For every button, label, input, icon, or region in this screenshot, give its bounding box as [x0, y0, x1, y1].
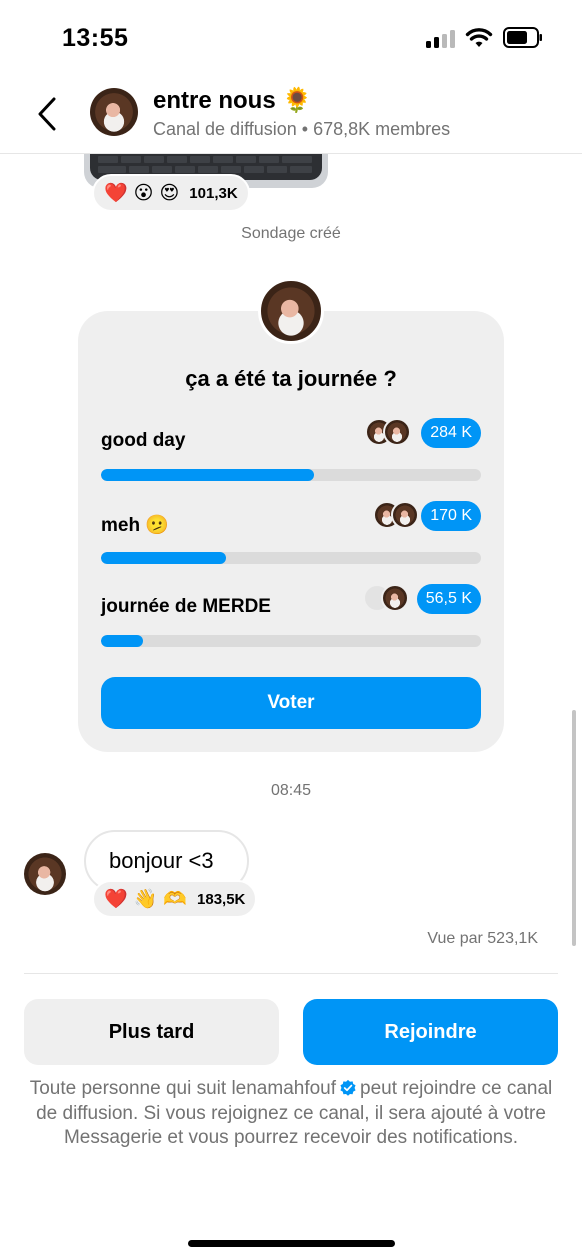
poll-progress-track	[101, 469, 481, 481]
battery-icon	[503, 27, 542, 48]
reaction-wave: 👋	[133, 888, 158, 910]
poll-author-avatar[interactable]	[258, 278, 324, 344]
poll-created-label: Sondage créé	[241, 225, 341, 242]
channel-title[interactable]: entre nous 🌻	[153, 86, 312, 115]
vote-button[interactable]: Voter	[101, 677, 481, 729]
poll-option-label: meh 🫤	[101, 515, 170, 536]
reaction-heart: ❤️	[104, 182, 128, 204]
scrollbar[interactable]	[572, 710, 576, 946]
status-bar: 13:55	[0, 0, 582, 78]
voter-avatar	[381, 584, 409, 612]
poll-card: ça a été ta journée ? good day 284 K meh…	[78, 311, 504, 752]
cellular-signal-icon	[426, 30, 456, 48]
chevron-left-icon	[38, 97, 56, 131]
poll-progress-track	[101, 552, 481, 564]
verified-badge-icon	[340, 1079, 356, 1096]
sender-avatar[interactable]	[24, 853, 66, 895]
seen-by-label: Vue par 523,1K	[427, 930, 538, 947]
divider	[24, 973, 558, 974]
reaction-heart-hands: 🫶	[163, 888, 188, 910]
disclaimer-text-start: Toute personne qui suit lenamahfouf	[29, 1078, 337, 1099]
poll-progress-fill	[101, 552, 227, 564]
join-button[interactable]: Rejoindre	[303, 999, 558, 1065]
message-timestamp: 08:45	[270, 782, 312, 799]
poll-progress-track	[101, 635, 481, 647]
poll-option[interactable]: good day 284 K	[101, 418, 481, 490]
poll-progress-fill	[101, 469, 314, 481]
home-indicator	[188, 1240, 395, 1247]
wifi-icon	[465, 28, 493, 47]
reaction-surprised: 😮	[133, 182, 154, 204]
poll-question: ça a été ta journée ?	[185, 366, 397, 391]
channel-header: entre nous 🌻 Canal de diffusion • 678,8K…	[0, 78, 582, 154]
reaction-count: 183,5K	[197, 890, 246, 908]
poll-option[interactable]: meh 🫤 170 K	[101, 501, 481, 573]
poll-option-count: 284 K	[421, 418, 481, 448]
poll-option-label: journée de MERDE	[101, 596, 271, 617]
join-disclaimer: Toute personne qui suit lenamahfouf peut…	[24, 1077, 558, 1151]
poll-progress-fill	[101, 635, 143, 647]
channel-subtitle: Canal de diffusion • 678,8K membres	[153, 119, 451, 139]
status-time: 13:55	[62, 24, 129, 52]
message-reactions[interactable]: ❤️ 👋 🫶 183,5K	[92, 880, 258, 918]
back-button[interactable]	[30, 94, 66, 134]
voter-avatar	[391, 501, 419, 529]
reaction-count: 101,3K	[189, 184, 238, 202]
reaction-heart-eyes: 😍	[159, 182, 180, 204]
poll-option-label: good day	[101, 430, 186, 451]
voter-avatar	[383, 418, 411, 446]
later-button[interactable]: Plus tard	[24, 999, 279, 1065]
poll-option[interactable]: journée de MERDE 56,5 K	[101, 584, 481, 656]
poll-option-count: 170 K	[421, 501, 481, 531]
reaction-heart: ❤️	[104, 888, 128, 910]
channel-avatar[interactable]	[90, 88, 138, 136]
poll-option-count: 56,5 K	[416, 584, 481, 614]
previous-message-reactions[interactable]: ❤️ 😮 😍 101,3K	[92, 174, 250, 212]
